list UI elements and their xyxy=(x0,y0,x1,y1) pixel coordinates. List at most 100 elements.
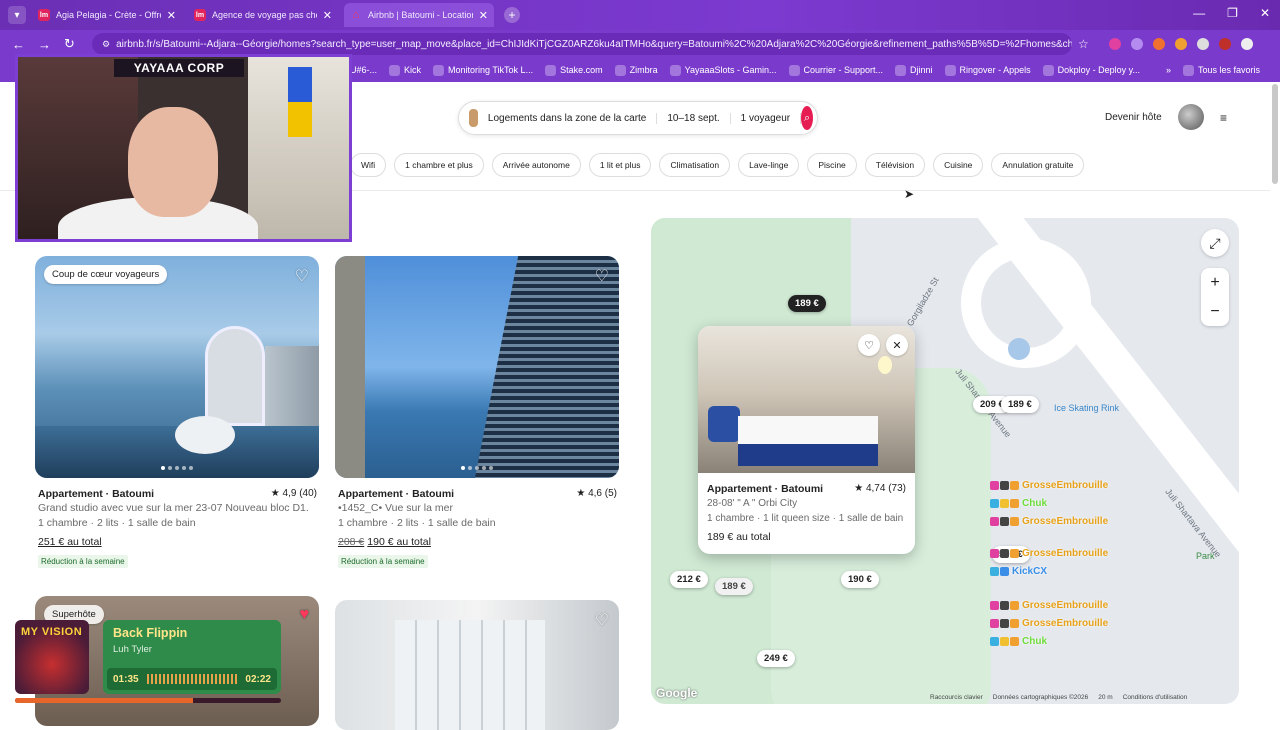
listing-beds: 1 chambre · 2 lits · 1 salle de bain xyxy=(338,517,496,529)
filter-chip[interactable]: Télévision xyxy=(864,153,926,177)
globe-icon xyxy=(433,64,445,76)
listing-photo[interactable]: ♡ xyxy=(335,256,619,478)
terms-link[interactable]: Conditions d'utilisation xyxy=(1123,694,1187,701)
chat-username: KickCX xyxy=(1012,565,1048,577)
bookmark-item[interactable]: Courrier - Support... xyxy=(788,64,883,76)
weekly-discount-badge: Réduction à la semaine xyxy=(38,555,128,568)
filter-chip[interactable]: Cuisine xyxy=(933,153,984,177)
chat-badges xyxy=(990,600,1019,610)
popup-photo[interactable] xyxy=(698,326,915,473)
profile-icon[interactable] xyxy=(1218,38,1231,50)
filter-chip[interactable]: Climatisation xyxy=(659,153,731,177)
filter-chip[interactable]: 1 chambre et plus xyxy=(394,153,484,177)
listing-price[interactable]: 208 €190 € au total xyxy=(338,536,431,548)
bookmark-item[interactable]: U#6-... xyxy=(350,65,377,75)
chevron-right-icon[interactable]: » xyxy=(1166,65,1171,75)
new-tab-icon[interactable]: + xyxy=(504,7,520,23)
heart-icon[interactable]: ♡ xyxy=(595,610,609,630)
price-pin[interactable]: 189 € xyxy=(1001,396,1039,413)
bookmark-item[interactable]: YayaaaSlots - Gamin... xyxy=(669,64,777,76)
back-arrow-icon[interactable]: ← xyxy=(12,37,26,52)
filter-chip[interactable]: Wifi xyxy=(350,153,387,177)
slots-icon xyxy=(669,64,681,76)
listing-beds: 1 chambre · 2 lits · 1 salle de bain xyxy=(38,517,196,529)
search-guests[interactable]: 1 voyageur xyxy=(731,112,802,124)
heart-icon[interactable]: ♡ xyxy=(295,266,309,286)
expand-map-icon[interactable]: ⤢ xyxy=(1201,229,1229,257)
heart-icon[interactable]: ♡ xyxy=(858,334,880,356)
channel-title: YAYAAA CORP xyxy=(114,59,244,77)
listing-photo[interactable]: ♡ xyxy=(335,600,619,730)
album-art: MY VISION xyxy=(15,620,89,694)
reload-icon[interactable]: ↻ xyxy=(64,36,78,52)
bookmark-item[interactable]: Ringover - Appels xyxy=(944,64,1031,76)
popup-title: Appartement · Batoumi xyxy=(707,483,824,495)
minimize-icon[interactable]: — xyxy=(1193,6,1205,20)
site-info-icon[interactable]: ⚙ xyxy=(102,39,110,50)
map-data-text: Données cartographiques ©2026 xyxy=(992,694,1089,701)
tab-agence-voyage[interactable]: lm Agence de voyage pas chère | V ✕ xyxy=(188,3,338,27)
filter-chip[interactable]: 1 lit et plus xyxy=(588,153,652,177)
listing-card[interactable]: ♡ Appartement · Batoumi ★ 4,6 (5) •1452_… xyxy=(335,256,619,568)
bookmark-item[interactable]: Kick xyxy=(389,64,421,76)
listing-photo[interactable]: Coup de cœur voyageurs ♡ xyxy=(35,256,319,478)
bookmark-item[interactable]: Dokploy - Deploy y... xyxy=(1042,64,1140,76)
price-pin[interactable]: 189 € xyxy=(715,578,753,595)
chat-username: GrosseEmbrouille xyxy=(1022,515,1109,527)
keyboard-shortcuts-link[interactable]: Raccourcis clavier xyxy=(930,694,983,701)
search-dates[interactable]: 10–18 sept. xyxy=(657,112,731,124)
filter-chip[interactable]: Piscine xyxy=(807,153,857,177)
all-bookmarks-folder[interactable]: Tous les favoris xyxy=(1182,64,1260,76)
bookmark-item[interactable]: Monitoring TikTok L... xyxy=(433,64,533,76)
search-location[interactable]: Logements dans la zone de la carte xyxy=(478,112,658,124)
bookmark-item[interactable]: Zimbra xyxy=(614,64,658,76)
extension-icon[interactable] xyxy=(1174,38,1187,50)
price-pin[interactable]: 189 € xyxy=(788,295,826,312)
close-tab-icon[interactable]: ✕ xyxy=(479,9,488,22)
close-icon[interactable]: ✕ xyxy=(886,334,908,356)
map-listing-popup[interactable]: ♡ ✕ Appartement · Batoumi ★ 4,74 (73) 28… xyxy=(698,326,915,554)
heart-icon[interactable]: ♡ xyxy=(595,266,609,286)
restore-icon[interactable]: ❐ xyxy=(1227,6,1238,20)
hamburger-menu-icon[interactable]: ≡ xyxy=(1220,111,1227,125)
heart-filled-icon[interactable]: ♥ xyxy=(300,606,310,624)
url-field[interactable]: ⚙ airbnb.fr/s/Batoumi--Adjara--Géorgie/h… xyxy=(92,33,1072,55)
extension-icon[interactable] xyxy=(1152,38,1165,50)
price-pin[interactable]: 249 € xyxy=(757,650,795,667)
zoom-out-icon[interactable]: − xyxy=(1210,303,1219,321)
bookmark-star-icon[interactable]: ☆ xyxy=(1078,37,1089,51)
chat-badges xyxy=(990,516,1019,526)
forward-arrow-icon[interactable]: → xyxy=(38,37,52,52)
listing-card[interactable]: Coup de cœur voyageurs ♡ Appartement · B… xyxy=(35,256,319,568)
bookmark-item[interactable]: Stake.com xyxy=(545,64,603,76)
extension-icon[interactable] xyxy=(1130,38,1143,50)
more-menu-icon[interactable] xyxy=(1240,38,1253,50)
extension-icon[interactable] xyxy=(1108,38,1121,50)
filter-chip[interactable]: Arrivée autonome xyxy=(491,153,581,177)
price-pin[interactable]: 212 € xyxy=(670,571,708,588)
search-bar[interactable]: Logements dans la zone de la carte 10–18… xyxy=(458,101,818,135)
avatar[interactable] xyxy=(1178,104,1204,130)
bookmark-item[interactable]: Djinni xyxy=(895,64,933,76)
tab-search-icon[interactable]: ▾ xyxy=(8,6,26,24)
scale-bar: 20 m xyxy=(1098,694,1113,701)
map-attribution: Raccourcis clavier Données cartographiqu… xyxy=(930,694,1187,701)
filter-chip[interactable]: Lave-linge xyxy=(738,153,800,177)
filter-chip[interactable]: Annulation gratuite xyxy=(991,153,1085,177)
zoom-in-icon[interactable]: + xyxy=(1210,274,1219,292)
tab-airbnb-batoumi[interactable]: ⌂ Airbnb | Batoumi - Locations de ✕ xyxy=(344,3,494,27)
price-pin[interactable]: 190 € xyxy=(841,571,879,588)
close-tab-icon[interactable]: ✕ xyxy=(323,9,332,22)
listing-price[interactable]: 251 € au total xyxy=(38,536,102,548)
tab-agia-pelagia[interactable]: lm Agia Pelagia - Crète - Offres de ✕ xyxy=(32,3,182,27)
listing-rating: ★ 4,9 (40) xyxy=(270,488,317,499)
puzzle-icon[interactable] xyxy=(1196,38,1209,50)
chat-username: GrosseEmbrouille xyxy=(1022,479,1109,491)
close-window-icon[interactable]: ✕ xyxy=(1260,6,1270,20)
search-icon[interactable]: ⌕ xyxy=(801,106,813,130)
close-tab-icon[interactable]: ✕ xyxy=(167,9,176,22)
become-host-link[interactable]: Devenir hôte xyxy=(1105,112,1162,123)
lastminute-favicon-icon: lm xyxy=(38,9,50,21)
listing-rating: ★ 4,6 (5) xyxy=(576,488,617,499)
page-scrollbar[interactable] xyxy=(1272,84,1278,184)
